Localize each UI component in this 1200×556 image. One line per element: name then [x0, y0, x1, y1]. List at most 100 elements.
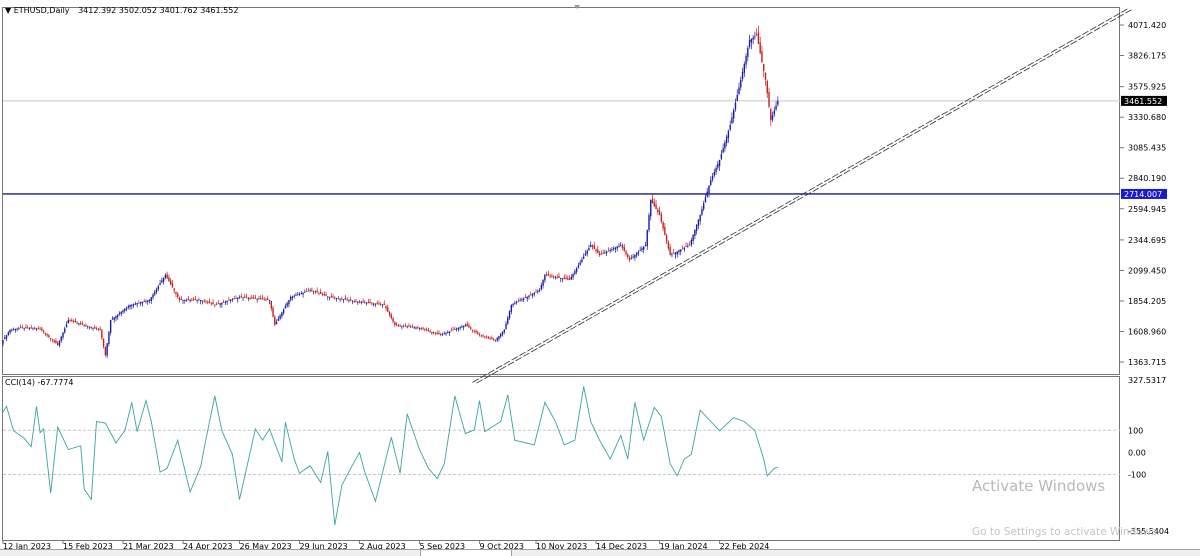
bull-candle [219, 303, 221, 305]
bear-candle [177, 293, 179, 297]
bear-candle [685, 246, 687, 248]
bull-candle [32, 328, 34, 330]
bear-candle [272, 307, 274, 317]
bull-candle [155, 288, 158, 293]
cci-point [599, 439, 600, 441]
bull-candle [339, 298, 341, 300]
cci-point [777, 467, 779, 468]
bull-candle [508, 311, 511, 318]
bull-candle [159, 283, 161, 285]
cci-point [533, 444, 535, 446]
bear-candle [681, 248, 684, 250]
cci-point [479, 400, 480, 401]
bear-candle [37, 328, 39, 329]
bear-candle [440, 334, 442, 336]
bull-candle [226, 300, 228, 303]
bull-candle [710, 180, 712, 185]
bear-candle [422, 328, 424, 330]
bear-candle [549, 275, 551, 277]
bear-candle [240, 296, 242, 298]
bull-candle [526, 296, 528, 299]
price-tick-label: 3826.175 [1128, 52, 1166, 61]
bull-candle [501, 331, 504, 335]
cci-point [744, 421, 745, 422]
bull-candle [256, 298, 258, 300]
cci-point [262, 439, 263, 441]
bull-candle [457, 327, 460, 330]
bear-candle [344, 298, 347, 300]
bear-candle [565, 277, 567, 280]
bull-candle [293, 295, 295, 297]
bear-candle [664, 227, 666, 236]
bear-candle [621, 245, 624, 248]
bull-candle [5, 335, 8, 339]
bear-candle [305, 290, 308, 292]
bull-candle [706, 191, 708, 197]
bull-candle [699, 214, 701, 222]
bull-candle [611, 249, 613, 250]
bear-candle [420, 328, 423, 329]
cci-point [375, 500, 376, 502]
cci-point [766, 475, 768, 477]
price-tick-label: 1854.205 [1128, 297, 1166, 306]
bear-candle [346, 299, 348, 301]
bear-candle [429, 330, 431, 332]
bear-candle [19, 327, 22, 329]
bear-candle [380, 304, 382, 305]
bull-candle [588, 247, 590, 250]
bull-candle [284, 306, 287, 309]
bear-candle [763, 64, 765, 71]
cci-point [166, 468, 168, 469]
bear-candle [53, 340, 55, 342]
bear-candle [404, 325, 407, 327]
cci-point [150, 421, 152, 422]
bull-candle [289, 296, 292, 301]
cci-point [269, 428, 270, 430]
bear-candle [44, 332, 47, 334]
bull-candle [247, 297, 250, 299]
collapse-triangle-icon[interactable]: ▼ [5, 6, 11, 15]
bull-candle [584, 253, 587, 256]
cci-point [90, 499, 92, 500]
bull-candle [150, 297, 152, 302]
bull-candle [288, 300, 290, 305]
bear-candle [452, 329, 454, 331]
bear-candle [364, 302, 366, 303]
bull-candle [136, 303, 138, 305]
bull-candle [733, 109, 735, 119]
bear-candle [251, 297, 253, 299]
bull-candle [147, 300, 149, 302]
cci-point [200, 466, 201, 467]
price-tick-label: 2840.190 [1128, 174, 1166, 183]
bull-candle [503, 329, 505, 333]
cci-point [391, 437, 392, 438]
bear-candle [759, 42, 761, 53]
cci-pane[interactable] [2, 386, 1120, 526]
bear-candle [669, 247, 671, 256]
bull-candle [704, 197, 707, 203]
bull-candle [18, 328, 20, 330]
price-pane[interactable] [2, 8, 1132, 384]
bull-candle [695, 224, 698, 231]
bear-candle [475, 330, 477, 333]
bull-candle [275, 321, 278, 325]
bear-candle [494, 340, 497, 341]
bull-candle [415, 327, 417, 329]
bull-candle [154, 291, 156, 295]
bull-candle [648, 215, 650, 230]
bull-candle [445, 332, 447, 334]
bull-candle [360, 302, 362, 303]
bull-candle [743, 63, 745, 73]
cci-point [299, 472, 300, 474]
bull-candle [413, 327, 415, 329]
bull-candle [127, 306, 130, 308]
bull-candle [28, 328, 31, 330]
bull-candle [609, 250, 611, 251]
bear-candle [258, 298, 260, 299]
bull-candle [464, 325, 467, 326]
bear-candle [432, 332, 435, 334]
bear-candle [330, 295, 332, 298]
bull-candle [522, 298, 525, 300]
cci-point [399, 472, 401, 474]
cci-point [583, 386, 584, 387]
